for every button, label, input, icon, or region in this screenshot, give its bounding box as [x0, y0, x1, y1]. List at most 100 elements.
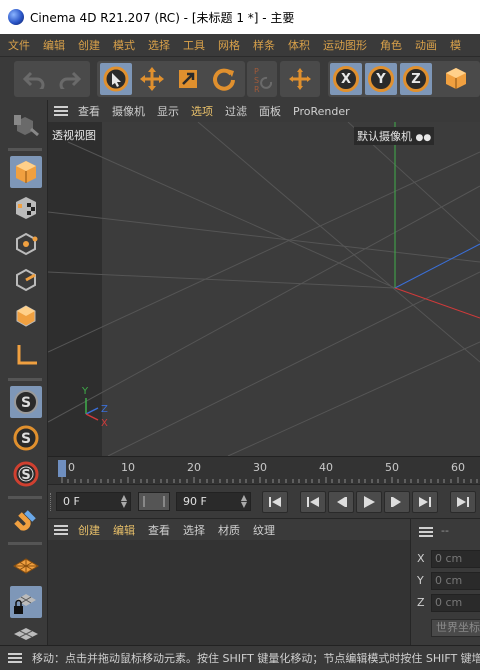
coordinates-panel: -- X 0 cm Y 0 cm Z 0 cm 世界坐标: [410, 518, 480, 645]
svg-text:P: P: [254, 67, 259, 76]
svg-text:S: S: [21, 431, 31, 447]
prev-key-icon: [307, 497, 319, 507]
magnet-button[interactable]: [10, 504, 42, 536]
psr-button[interactable]: P S R: [247, 63, 279, 95]
menu-mode[interactable]: 模式: [113, 37, 135, 53]
next-key-button[interactable]: [412, 491, 438, 513]
end-frame-spinner-icon[interactable]: ▲ ▼: [241, 494, 247, 509]
gizmo-z-label: Z: [101, 404, 108, 415]
make-editable-button[interactable]: [10, 110, 42, 142]
snap-enable-button[interactable]: S: [10, 386, 42, 418]
z-axis-line: [394, 243, 480, 289]
axis-y-label: Y: [368, 66, 394, 92]
drag-handle[interactable]: [50, 493, 53, 511]
menu-mograph[interactable]: 运动图形: [323, 37, 367, 53]
prev-frame-button[interactable]: [328, 491, 354, 513]
world-coordinates-dropdown[interactable]: 世界坐标: [431, 619, 480, 637]
play-button[interactable]: [356, 491, 382, 513]
lock-workplane-button[interactable]: [10, 586, 42, 618]
viewport-menu-cameras[interactable]: 摄像机: [112, 103, 145, 119]
coordinates-hamburger-icon[interactable]: [419, 527, 433, 537]
axis-z-button[interactable]: Z: [400, 63, 432, 95]
menu-select[interactable]: 选择: [148, 37, 170, 53]
object-manager-menu-bar: 创建 编辑 查看 选择 材质 纹理: [48, 518, 410, 540]
menu-spline[interactable]: 样条: [253, 37, 275, 53]
points-mode-button[interactable]: [10, 228, 42, 260]
axis-x-label: X: [333, 66, 359, 92]
recent-move-button[interactable]: [284, 63, 316, 95]
go-to-start-button[interactable]: [262, 491, 288, 513]
main-toolbar: P S R X Y Z: [0, 56, 480, 100]
go-to-start-icon: [269, 497, 281, 507]
start-frame-spinner-icon[interactable]: ▲ ▼: [121, 494, 127, 509]
model-mode-button[interactable]: [10, 156, 42, 188]
go-to-end-button[interactable]: [450, 491, 476, 513]
perspective-viewport[interactable]: Y Z X: [48, 122, 480, 456]
object-menu-view[interactable]: 查看: [148, 522, 170, 538]
prev-key-button[interactable]: [300, 491, 326, 513]
move-tool-button[interactable]: [136, 63, 168, 95]
coord-z-label: Z: [417, 596, 425, 609]
edges-mode-button[interactable]: [10, 264, 42, 296]
object-mode-button[interactable]: [440, 63, 472, 95]
lock-grid-icon: [14, 594, 36, 614]
viewport-menu-options[interactable]: 选项: [191, 103, 213, 119]
viewport-grid: [48, 122, 480, 456]
axis-x-button[interactable]: X: [330, 63, 362, 95]
go-to-end-icon: [457, 497, 469, 507]
menu-character[interactable]: 角色: [380, 37, 402, 53]
world-axis-gizmo: [85, 398, 99, 421]
timeline-tick: 60: [451, 461, 465, 474]
quantize-button[interactable]: S: [10, 458, 42, 490]
timeline-tick: 10: [121, 461, 135, 474]
grid-lines: [48, 122, 480, 456]
object-manager-list[interactable]: [48, 540, 410, 645]
menu-mesh[interactable]: 网格: [218, 37, 240, 53]
timeline-tick: 30: [253, 461, 267, 474]
menu-edit[interactable]: 编辑: [43, 37, 65, 53]
object-menu-select[interactable]: 选择: [183, 522, 205, 538]
viewport-menu-panel[interactable]: 面板: [259, 103, 281, 119]
coord-x-field[interactable]: 0 cm: [431, 550, 480, 568]
menu-volume[interactable]: 体积: [288, 37, 310, 53]
texture-mode-button[interactable]: [10, 192, 42, 224]
coord-y-field[interactable]: 0 cm: [431, 572, 480, 590]
texture-checker-icon: [16, 197, 36, 219]
playhead-marker[interactable]: [58, 460, 66, 477]
object-menu-texture[interactable]: 纹理: [253, 522, 275, 538]
end-frame-field[interactable]: 90 F ▲ ▼: [176, 492, 251, 511]
axis-mode-button[interactable]: [10, 340, 42, 372]
range-slider[interactable]: [138, 492, 170, 511]
snap-settings-button[interactable]: S: [10, 422, 42, 454]
title-bar: Cinema 4D R21.207 (RC) - [未标题 1 *] - 主要: [0, 0, 480, 34]
object-menu-edit[interactable]: 编辑: [113, 522, 135, 538]
object-manager-hamburger-icon[interactable]: [54, 524, 68, 535]
viewport-menu-filter[interactable]: 过滤: [225, 103, 247, 119]
polygons-mode-button[interactable]: [10, 300, 42, 332]
workplane-button[interactable]: [10, 550, 42, 582]
live-selection-button[interactable]: [100, 63, 132, 95]
viewport-menu-view[interactable]: 查看: [78, 103, 100, 119]
axis-y-button[interactable]: Y: [365, 63, 397, 95]
menu-tools[interactable]: 工具: [183, 37, 205, 53]
camera-label[interactable]: 默认摄像机 ●●: [354, 127, 435, 145]
viewport-menu-display[interactable]: 显示: [157, 103, 179, 119]
viewport-menu-prorender[interactable]: ProRender: [293, 105, 350, 118]
object-menu-material[interactable]: 材质: [218, 522, 240, 538]
timeline-ruler[interactable]: 0 10 20 30 40 50 60: [48, 456, 480, 484]
polygons-icon: [16, 305, 36, 327]
scale-tool-button[interactable]: [172, 63, 204, 95]
undo-button[interactable]: [18, 63, 50, 95]
next-frame-button[interactable]: [384, 491, 410, 513]
status-hamburger-icon[interactable]: [8, 653, 22, 663]
redo-button[interactable]: [54, 63, 86, 95]
menu-create[interactable]: 创建: [78, 37, 100, 53]
rotate-tool-button[interactable]: [208, 63, 240, 95]
menu-more[interactable]: 模: [450, 37, 461, 53]
viewport-hamburger-icon[interactable]: [54, 106, 68, 116]
menu-animate[interactable]: 动画: [415, 37, 437, 53]
coord-z-field[interactable]: 0 cm: [431, 594, 480, 612]
menu-file[interactable]: 文件: [8, 37, 30, 53]
object-menu-create[interactable]: 创建: [78, 522, 100, 538]
start-frame-field[interactable]: 0 F ▲ ▼: [56, 492, 131, 511]
